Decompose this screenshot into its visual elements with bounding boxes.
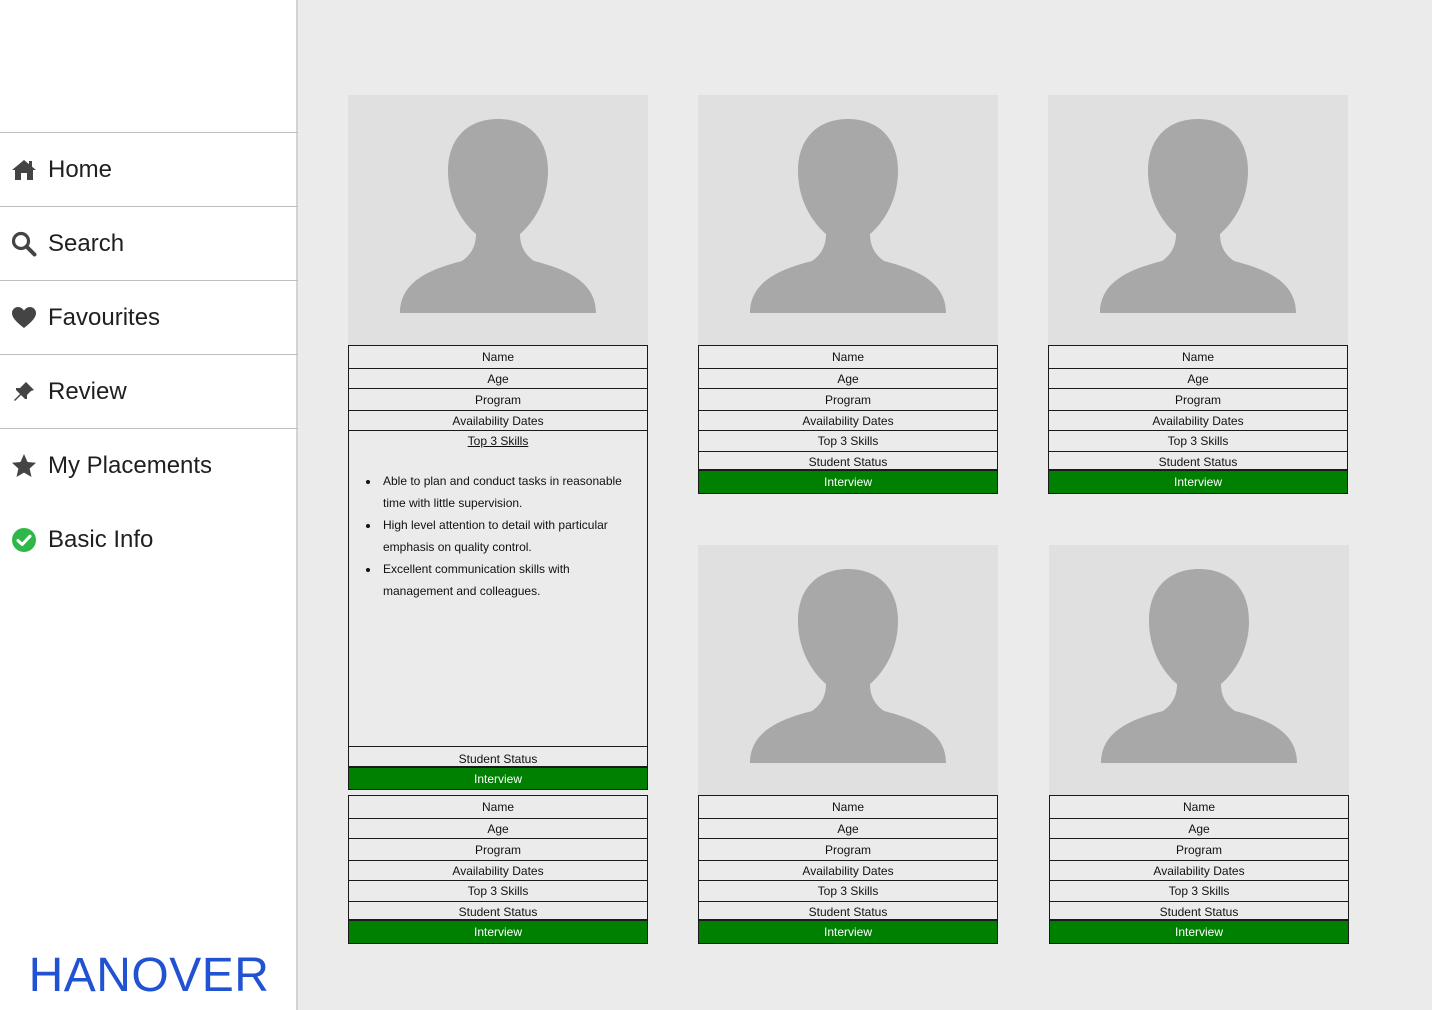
avatar-placeholder bbox=[698, 95, 998, 345]
field-program: Program bbox=[348, 839, 648, 861]
sidebar: Home Search Favourites Review My Placeme… bbox=[0, 0, 298, 1010]
avatar-placeholder bbox=[348, 95, 648, 345]
interview-button[interactable]: Interview bbox=[698, 920, 998, 944]
interview-button[interactable]: Interview bbox=[698, 470, 998, 494]
sidebar-nav: Home Search Favourites Review My Placeme… bbox=[0, 132, 298, 577]
field-availability: Availability Dates bbox=[1049, 861, 1349, 881]
field-age: Age bbox=[698, 819, 998, 839]
pin-icon bbox=[10, 378, 38, 406]
sidebar-item-basic-info[interactable]: Basic Info bbox=[0, 503, 298, 577]
field-skills[interactable]: Top 3 Skills bbox=[698, 881, 998, 902]
field-name: Name bbox=[698, 345, 998, 369]
field-availability: Availability Dates bbox=[1048, 411, 1348, 431]
heart-icon bbox=[10, 304, 38, 332]
sidebar-item-my-placements[interactable]: My Placements bbox=[0, 429, 298, 503]
sidebar-item-label: Review bbox=[48, 377, 127, 405]
sidebar-item-review[interactable]: Review bbox=[0, 355, 298, 429]
field-program: Program bbox=[1048, 389, 1348, 411]
field-student-status: Student Status bbox=[348, 747, 648, 767]
interview-button[interactable]: Interview bbox=[1048, 470, 1348, 494]
field-name: Name bbox=[348, 795, 648, 819]
field-age: Age bbox=[348, 369, 648, 389]
sidebar-item-label: Favourites bbox=[48, 303, 161, 331]
sidebar-item-label: Basic Info bbox=[48, 526, 154, 553]
interview-button[interactable]: Interview bbox=[348, 920, 648, 944]
field-age: Age bbox=[348, 819, 648, 839]
field-program: Program bbox=[1049, 839, 1349, 861]
person-silhouette-icon bbox=[1101, 569, 1297, 763]
field-availability: Availability Dates bbox=[698, 861, 998, 881]
interview-button[interactable]: Interview bbox=[348, 767, 648, 790]
field-student-status: Student Status bbox=[348, 902, 648, 920]
field-skills[interactable]: Top 3 Skills bbox=[698, 431, 998, 452]
avatar-placeholder bbox=[698, 545, 998, 795]
person-silhouette-icon bbox=[1100, 119, 1296, 313]
person-silhouette-icon bbox=[750, 569, 946, 763]
search-icon bbox=[10, 230, 38, 258]
field-skills-expanded[interactable]: Top 3 Skills Able to plan and conduct ta… bbox=[348, 431, 648, 747]
sidebar-item-label: Search bbox=[48, 229, 125, 257]
sidebar-item-home[interactable]: Home bbox=[0, 133, 298, 207]
avatar-placeholder bbox=[1048, 95, 1348, 345]
field-age: Age bbox=[698, 369, 998, 389]
field-program: Program bbox=[698, 839, 998, 861]
field-student-status: Student Status bbox=[1048, 452, 1348, 470]
sidebar-item-favourites[interactable]: Favourites bbox=[0, 281, 298, 355]
field-name: Name bbox=[348, 345, 648, 369]
sidebar-item-label: Home bbox=[48, 155, 113, 183]
field-program: Program bbox=[348, 389, 648, 411]
skill-item: Able to plan and conduct tasks in reason… bbox=[380, 470, 627, 514]
person-silhouette-icon bbox=[750, 119, 946, 313]
skills-title: Top 3 Skills bbox=[467, 434, 529, 448]
skill-item: High level attention to detail with part… bbox=[380, 514, 627, 558]
home-icon bbox=[10, 156, 38, 184]
interview-button[interactable]: Interview bbox=[1049, 920, 1349, 944]
field-skills[interactable]: Top 3 Skills bbox=[1049, 881, 1349, 902]
field-name: Name bbox=[698, 795, 998, 819]
field-name: Name bbox=[1049, 795, 1349, 819]
check-circle-icon bbox=[10, 526, 38, 554]
field-availability: Availability Dates bbox=[348, 861, 648, 881]
field-availability: Availability Dates bbox=[348, 411, 648, 431]
field-student-status: Student Status bbox=[698, 452, 998, 470]
field-skills[interactable]: Top 3 Skills bbox=[1048, 431, 1348, 452]
field-age: Age bbox=[1049, 819, 1349, 839]
sidebar-item-label: My Placements bbox=[48, 452, 213, 479]
brand-logo: HANOVER bbox=[28, 949, 270, 1002]
field-skills[interactable]: Top 3 Skills bbox=[348, 881, 648, 902]
field-availability: Availability Dates bbox=[698, 411, 998, 431]
sidebar-item-search[interactable]: Search bbox=[0, 207, 298, 281]
field-program: Program bbox=[698, 389, 998, 411]
field-name: Name bbox=[1048, 345, 1348, 369]
skills-list: Able to plan and conduct tasks in reason… bbox=[349, 470, 647, 602]
field-student-status: Student Status bbox=[1049, 902, 1349, 920]
avatar-placeholder bbox=[1049, 545, 1349, 795]
field-age: Age bbox=[1048, 369, 1348, 389]
skill-item: Excellent communication skills with mana… bbox=[380, 558, 627, 602]
person-silhouette-icon bbox=[400, 119, 596, 313]
star-icon bbox=[10, 452, 38, 480]
field-student-status: Student Status bbox=[698, 902, 998, 920]
